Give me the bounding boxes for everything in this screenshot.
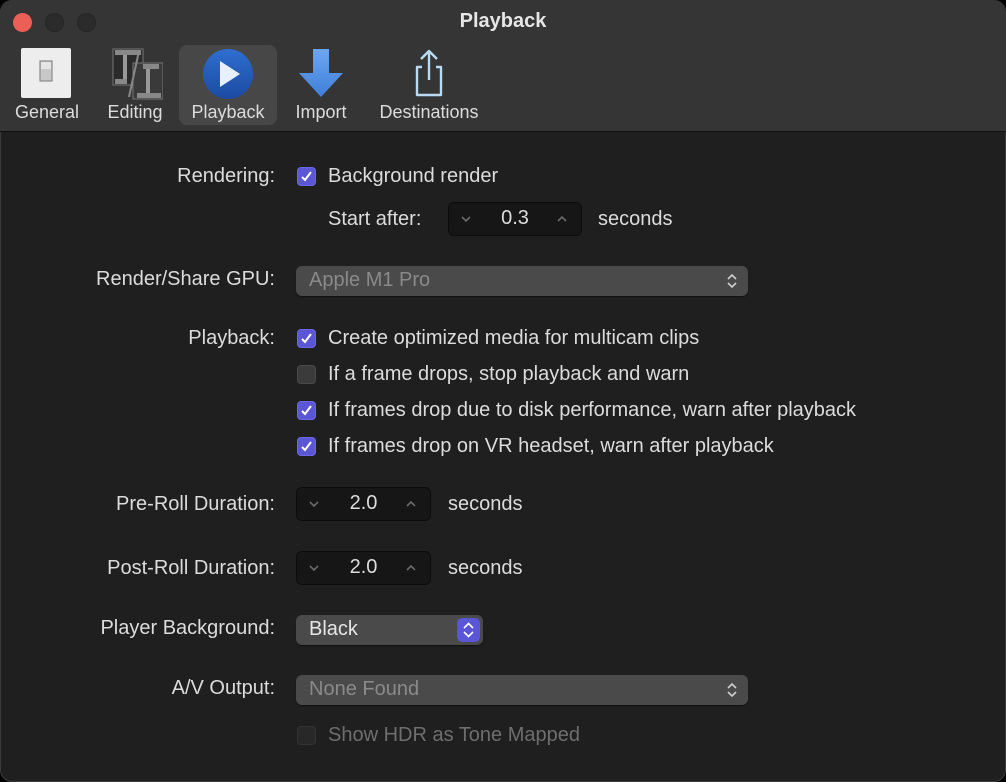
tab-general-label: General — [14, 102, 80, 122]
rendering-label: Rendering: — [177, 165, 275, 187]
postroll-unit: seconds — [448, 557, 523, 579]
checkmark-icon — [301, 333, 312, 344]
postroll-stepper[interactable]: 2.0 — [296, 551, 431, 585]
start-after-label: Start after: — [328, 208, 422, 230]
preroll-unit: seconds — [448, 493, 523, 515]
popup-arrow-button[interactable] — [457, 618, 480, 642]
hdr-tone-mapped-label: Show HDR as Tone Mapped — [328, 724, 580, 746]
av-output-value: None Found — [309, 678, 420, 700]
frame-drop-stop-label: If a frame drops, stop playback and warn — [328, 363, 690, 385]
vr-headset-warn-label: If frames drop on VR headset, warn after… — [328, 435, 774, 457]
playback-label: Playback: — [188, 327, 275, 349]
background-render-checkbox[interactable] — [297, 167, 316, 186]
checkmark-icon — [301, 441, 312, 452]
title-bar: Playback General Editing Playback Import… — [0, 0, 1006, 132]
postroll-label: Post-Roll Duration: — [107, 557, 275, 579]
gpu-value: Apple M1 Pro — [309, 269, 431, 291]
vr-headset-warn-checkbox[interactable] — [297, 437, 316, 456]
optimized-media-label: Create optimized media for multicam clip… — [328, 327, 700, 349]
hdr-tone-mapped-checkbox[interactable] — [297, 726, 316, 745]
disk-performance-warn-checkbox[interactable] — [297, 401, 316, 420]
tab-playback[interactable]: Playback — [179, 45, 277, 125]
film-strip-icon — [107, 47, 164, 101]
player-background-popup[interactable]: Black — [296, 615, 483, 645]
tab-import-label: Import — [295, 102, 347, 122]
general-switch-icon — [19, 47, 75, 101]
tab-editing[interactable]: Editing — [98, 45, 172, 125]
tab-destinations-label: Destinations — [379, 102, 479, 122]
start-after-unit: seconds — [598, 208, 673, 230]
tab-general[interactable]: General — [8, 45, 86, 125]
gpu-label: Render/Share GPU: — [96, 268, 275, 290]
preferences-window: Playback General Editing Playback Import… — [0, 0, 1006, 782]
gpu-popup[interactable]: Apple M1 Pro — [296, 266, 748, 296]
window-title: Playback — [459, 10, 547, 32]
play-circle-icon — [200, 47, 256, 101]
player-background-label: Player Background: — [100, 617, 275, 639]
preroll-stepper[interactable]: 2.0 — [296, 487, 431, 521]
chevron-up-icon[interactable] — [404, 561, 418, 575]
frame-drop-stop-checkbox[interactable] — [297, 365, 316, 384]
tab-destinations[interactable]: Destinations — [370, 45, 488, 125]
preroll-label: Pre-Roll Duration: — [116, 493, 275, 515]
up-down-arrows-icon — [727, 682, 737, 698]
av-output-label: A/V Output: — [171, 677, 275, 699]
optimized-media-checkbox[interactable] — [297, 329, 316, 348]
up-down-arrows-icon — [463, 622, 474, 638]
chevron-up-icon[interactable] — [555, 212, 569, 226]
tab-playback-label: Playback — [191, 102, 265, 122]
tab-editing-label: Editing — [107, 102, 163, 122]
checkmark-icon — [301, 171, 312, 182]
background-render-label: Background render — [328, 165, 499, 187]
down-arrow-icon — [293, 47, 349, 101]
tab-import[interactable]: Import — [285, 45, 357, 125]
av-output-popup[interactable]: None Found — [296, 675, 748, 705]
up-down-arrows-icon — [727, 273, 737, 289]
start-after-stepper[interactable]: 0.3 — [448, 202, 582, 236]
checkmark-icon — [301, 405, 312, 416]
share-icon — [401, 47, 457, 101]
player-background-value: Black — [309, 618, 358, 640]
chevron-up-icon[interactable] — [404, 497, 418, 511]
disk-performance-warn-label: If frames drop due to disk performance, … — [328, 399, 857, 421]
